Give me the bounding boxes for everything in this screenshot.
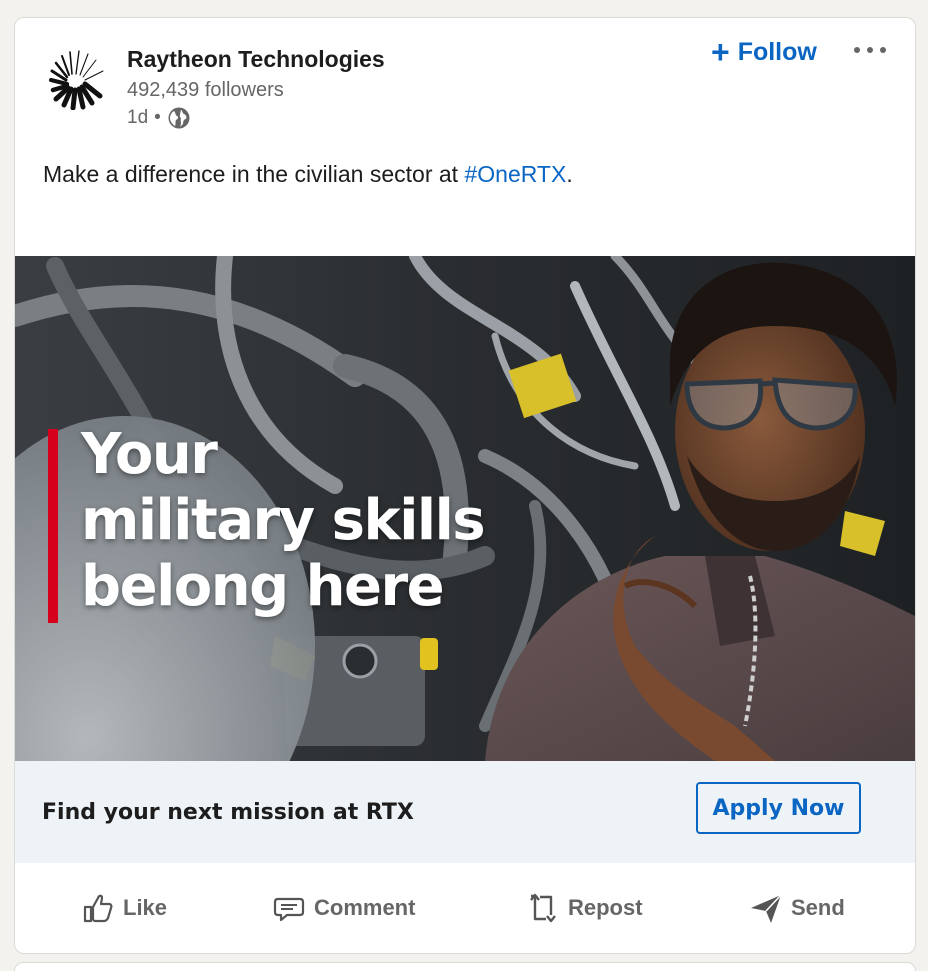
ad-image[interactable]: Your military skills belong here (15, 256, 915, 761)
follow-label: Follow (737, 37, 817, 66)
comment-icon (273, 897, 305, 922)
globe-icon (168, 107, 190, 129)
post-text-body: Make a difference in the civilian sector… (43, 161, 465, 187)
comment-label: Comment (314, 895, 416, 920)
repost-button[interactable]: Repost (526, 891, 643, 925)
post-meta: 1d • (127, 106, 191, 130)
repost-label: Repost (568, 895, 643, 920)
hashtag-link[interactable]: #OneRTX (464, 161, 566, 187)
plus-icon: + (711, 34, 730, 70)
follow-button[interactable]: + Follow (711, 36, 817, 68)
apply-now-button[interactable]: Apply Now (696, 782, 861, 834)
headline-line-3: belong here (81, 554, 445, 619)
follower-count: 492,439 followers (127, 79, 284, 101)
company-name[interactable]: Raytheon Technologies (127, 46, 385, 73)
headline-line-1: Your (81, 422, 218, 487)
send-icon (751, 894, 782, 923)
post-age: 1d (127, 107, 149, 128)
like-button[interactable]: Like (81, 891, 167, 925)
company-logo[interactable] (45, 44, 111, 110)
meta-separator: • (154, 107, 161, 128)
repost-icon (530, 893, 556, 923)
more-options-icon[interactable] (851, 38, 891, 62)
feed-post-card: Raytheon Technologies 492,439 followers … (14, 17, 916, 954)
send-label: Send (791, 895, 845, 920)
cta-bar: Find your next mission at RTX Apply Now (15, 761, 915, 863)
headline-line-2: military skills (81, 488, 486, 553)
comment-button[interactable]: Comment (272, 891, 415, 925)
thumbs-up-icon (83, 894, 113, 923)
post-text: Make a difference in the civilian sector… (43, 161, 573, 188)
post-text-end: . (566, 161, 573, 187)
headline-accent-bar (48, 429, 58, 623)
social-actions-bar: Like Comment Repost Send (15, 873, 915, 943)
cta-text[interactable]: Find your next mission at RTX (42, 800, 414, 825)
send-button[interactable]: Send (749, 891, 845, 925)
like-label: Like (123, 895, 168, 920)
ad-headline: Your military skills belong here (81, 422, 486, 620)
